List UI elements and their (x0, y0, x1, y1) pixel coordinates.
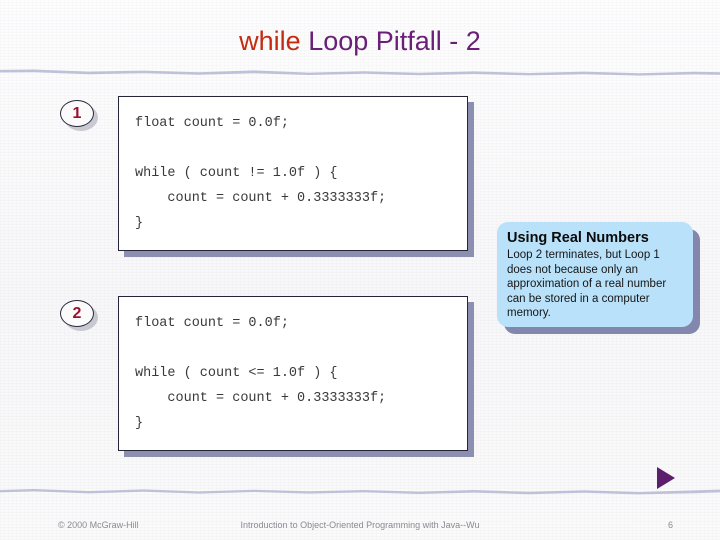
page-title: while Loop Pitfall - 2 (0, 26, 720, 57)
title-rest: Loop Pitfall - 2 (300, 26, 481, 56)
footer-page-number: 6 (668, 520, 674, 530)
code-block-2: float count = 0.0f; while ( count <= 1.0… (118, 296, 468, 451)
title-keyword: while (239, 26, 301, 56)
footer-center-text: Introduction to Object-Oriented Programm… (240, 520, 480, 530)
slide-canvas: while Loop Pitfall - 2 1 float count = 0… (0, 0, 720, 540)
callout-body: Using Real Numbers Loop 2 terminates, bu… (497, 222, 693, 327)
step-badge-1: 1 (60, 100, 98, 131)
code-block-1: float count = 0.0f; while ( count != 1.0… (118, 96, 468, 251)
badge-number: 1 (72, 105, 82, 122)
callout-heading: Using Real Numbers (507, 230, 649, 246)
step-badge-2: 2 (60, 300, 98, 331)
decorative-band-bottom (0, 487, 720, 496)
callout-text: Loop 2 terminates, but Loop 1 does not b… (507, 249, 667, 319)
code-text-1: float count = 0.0f; while ( count != 1.0… (135, 116, 387, 231)
play-triangle-icon[interactable] (657, 467, 675, 489)
code-text-2: float count = 0.0f; while ( count <= 1.0… (135, 316, 387, 431)
footer: © 2000 McGraw-Hill Introduction to Objec… (0, 518, 720, 536)
decorative-band-top (0, 68, 720, 77)
callout-box: Using Real Numbers Loop 2 terminates, bu… (497, 222, 700, 334)
badge-number: 2 (72, 305, 82, 322)
